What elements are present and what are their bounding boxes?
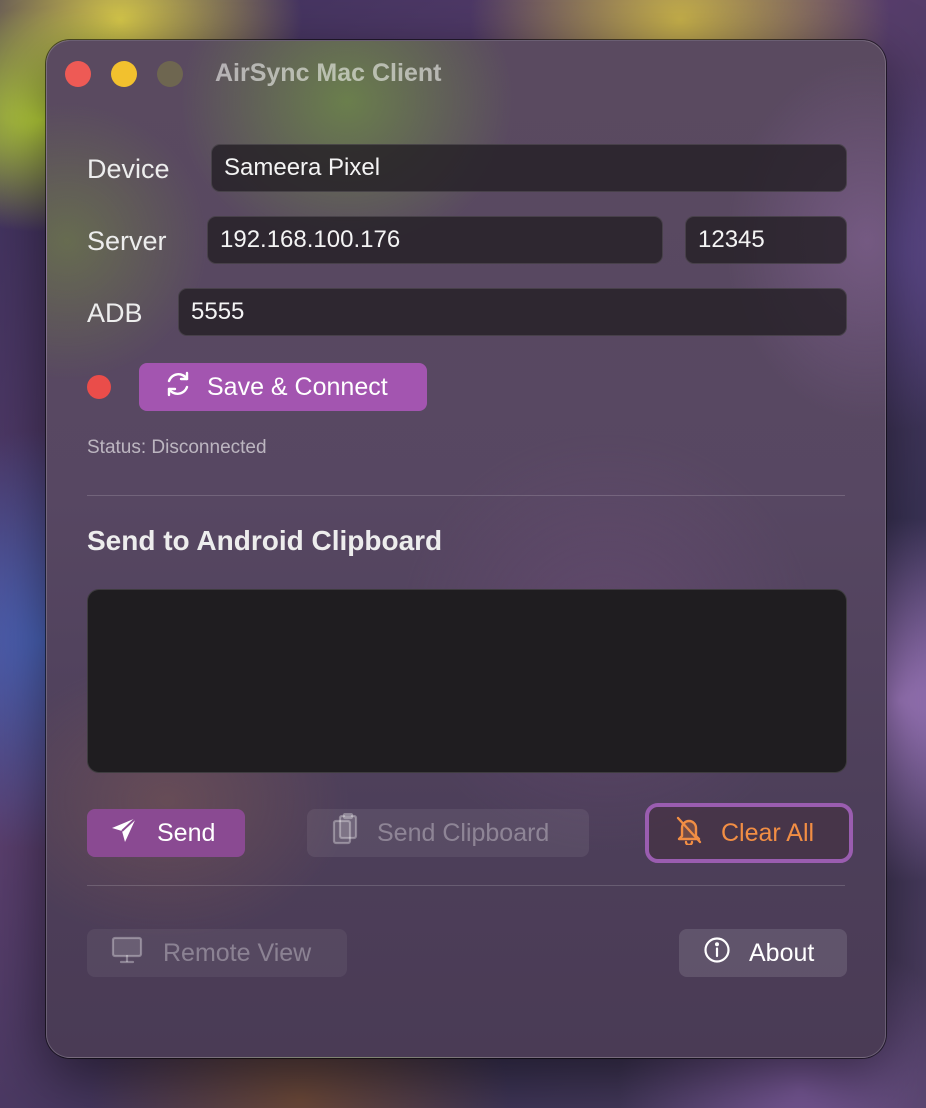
window-title: AirSync Mac Client (215, 59, 442, 87)
send-button[interactable]: Send (87, 809, 245, 857)
about-label: About (749, 938, 815, 967)
clear-all-label: Clear All (721, 818, 815, 847)
device-name-field[interactable]: Sameera Pixel (211, 144, 847, 192)
divider (87, 495, 845, 496)
app-window: AirSync Mac Client Device Sameera Pixel … (46, 40, 886, 1058)
device-label: Device (87, 154, 170, 184)
divider (87, 885, 845, 886)
sync-icon (163, 369, 193, 406)
close-window-button[interactable] (65, 61, 91, 87)
paper-plane-icon (109, 815, 139, 852)
minimize-window-button[interactable] (111, 61, 137, 87)
send-clipboard-button[interactable]: Send Clipboard (307, 809, 589, 857)
connection-status-indicator (87, 375, 111, 399)
clipboard-icon (331, 812, 359, 854)
adb-port-field[interactable]: 5555 (178, 288, 847, 336)
info-icon (703, 936, 731, 971)
clear-all-button[interactable]: Clear All (645, 803, 853, 863)
monitor-icon (111, 935, 143, 972)
clipboard-section-title: Send to Android Clipboard (87, 525, 443, 556)
remote-view-label: Remote View (163, 938, 312, 967)
clipboard-text-area[interactable] (87, 589, 847, 773)
save-connect-button[interactable]: Save & Connect (139, 363, 427, 411)
about-button[interactable]: About (679, 929, 847, 977)
send-label: Send (157, 818, 216, 847)
bell-slash-icon (675, 815, 703, 852)
server-ip-field[interactable]: 192.168.100.176 (207, 216, 663, 264)
adb-label: ADB (87, 298, 143, 328)
send-clipboard-label: Send Clipboard (377, 818, 550, 847)
status-text: Status: Disconnected (87, 437, 267, 458)
server-port-field[interactable]: 12345 (685, 216, 847, 264)
server-label: Server (87, 226, 167, 256)
save-connect-label: Save & Connect (207, 372, 388, 401)
zoom-window-button[interactable] (157, 61, 183, 87)
remote-view-button[interactable]: Remote View (87, 929, 347, 977)
